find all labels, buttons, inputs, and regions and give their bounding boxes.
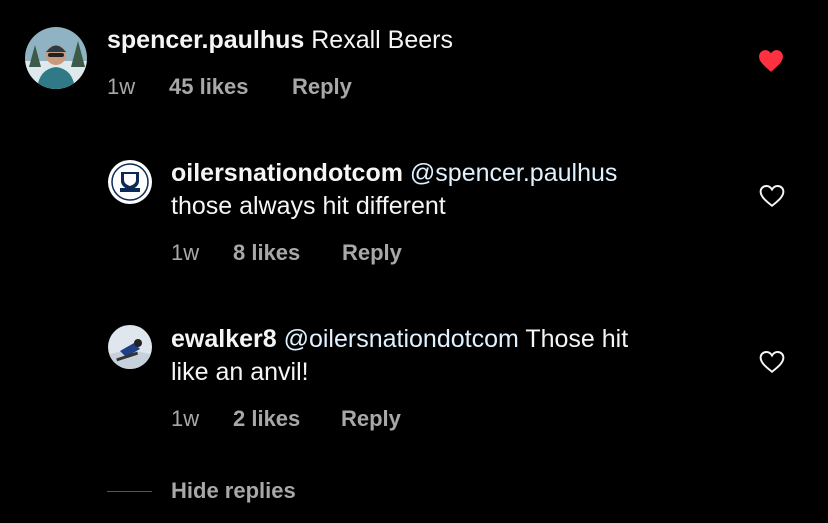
timestamp: 1w [171,240,200,265]
avatar-image [108,325,152,369]
comment-body-start: Those hit [525,325,629,353]
comment-text: spencer.paulhus Rexall Beers [107,24,453,57]
comment-meta: 1w 8 likes Reply [171,240,402,266]
mention-link[interactable]: @spencer.paulhus [410,159,617,187]
reply-button[interactable]: Reply [341,406,401,432]
likes-count[interactable]: 2 likes [233,406,341,432]
comment-body: like an anvil! [171,358,309,386]
avatar-oilersnation[interactable] [108,160,152,204]
timestamp: 1w [171,406,200,431]
likes-count[interactable]: 45 likes [169,74,292,100]
heart-icon[interactable] [759,184,785,208]
mention-link[interactable]: @oilersnationdotcom [284,325,519,353]
comment-text-line1: oilersnationdotcom @spencer.paulhus [171,157,617,190]
username[interactable]: spencer.paulhus [107,26,304,54]
comment-body: those always hit different [171,192,446,220]
oilersnation-logo-icon [109,161,151,203]
comment-meta: 1w 45 likes Reply [107,74,352,100]
username[interactable]: ewalker8 [171,325,277,353]
username[interactable]: oilersnationdotcom [171,159,403,187]
avatar-image [25,27,87,89]
timestamp: 1w [107,74,136,99]
hide-replies-button[interactable]: Hide replies [171,478,296,504]
reply-button[interactable]: Reply [342,240,402,266]
reply-button[interactable]: Reply [292,74,352,100]
avatar-spencer[interactable] [25,27,87,89]
likes-count[interactable]: 8 likes [233,240,342,266]
comment-body: Rexall Beers [311,26,453,54]
comment-meta: 1w 2 likes Reply [171,406,401,432]
comment-text-line1: ewalker8 @oilersnationdotcom Those hit [171,323,628,356]
heart-icon[interactable] [758,49,784,73]
heart-icon[interactable] [759,350,785,374]
avatar-ewalker8[interactable] [108,325,152,369]
hide-replies-divider [107,491,152,492]
